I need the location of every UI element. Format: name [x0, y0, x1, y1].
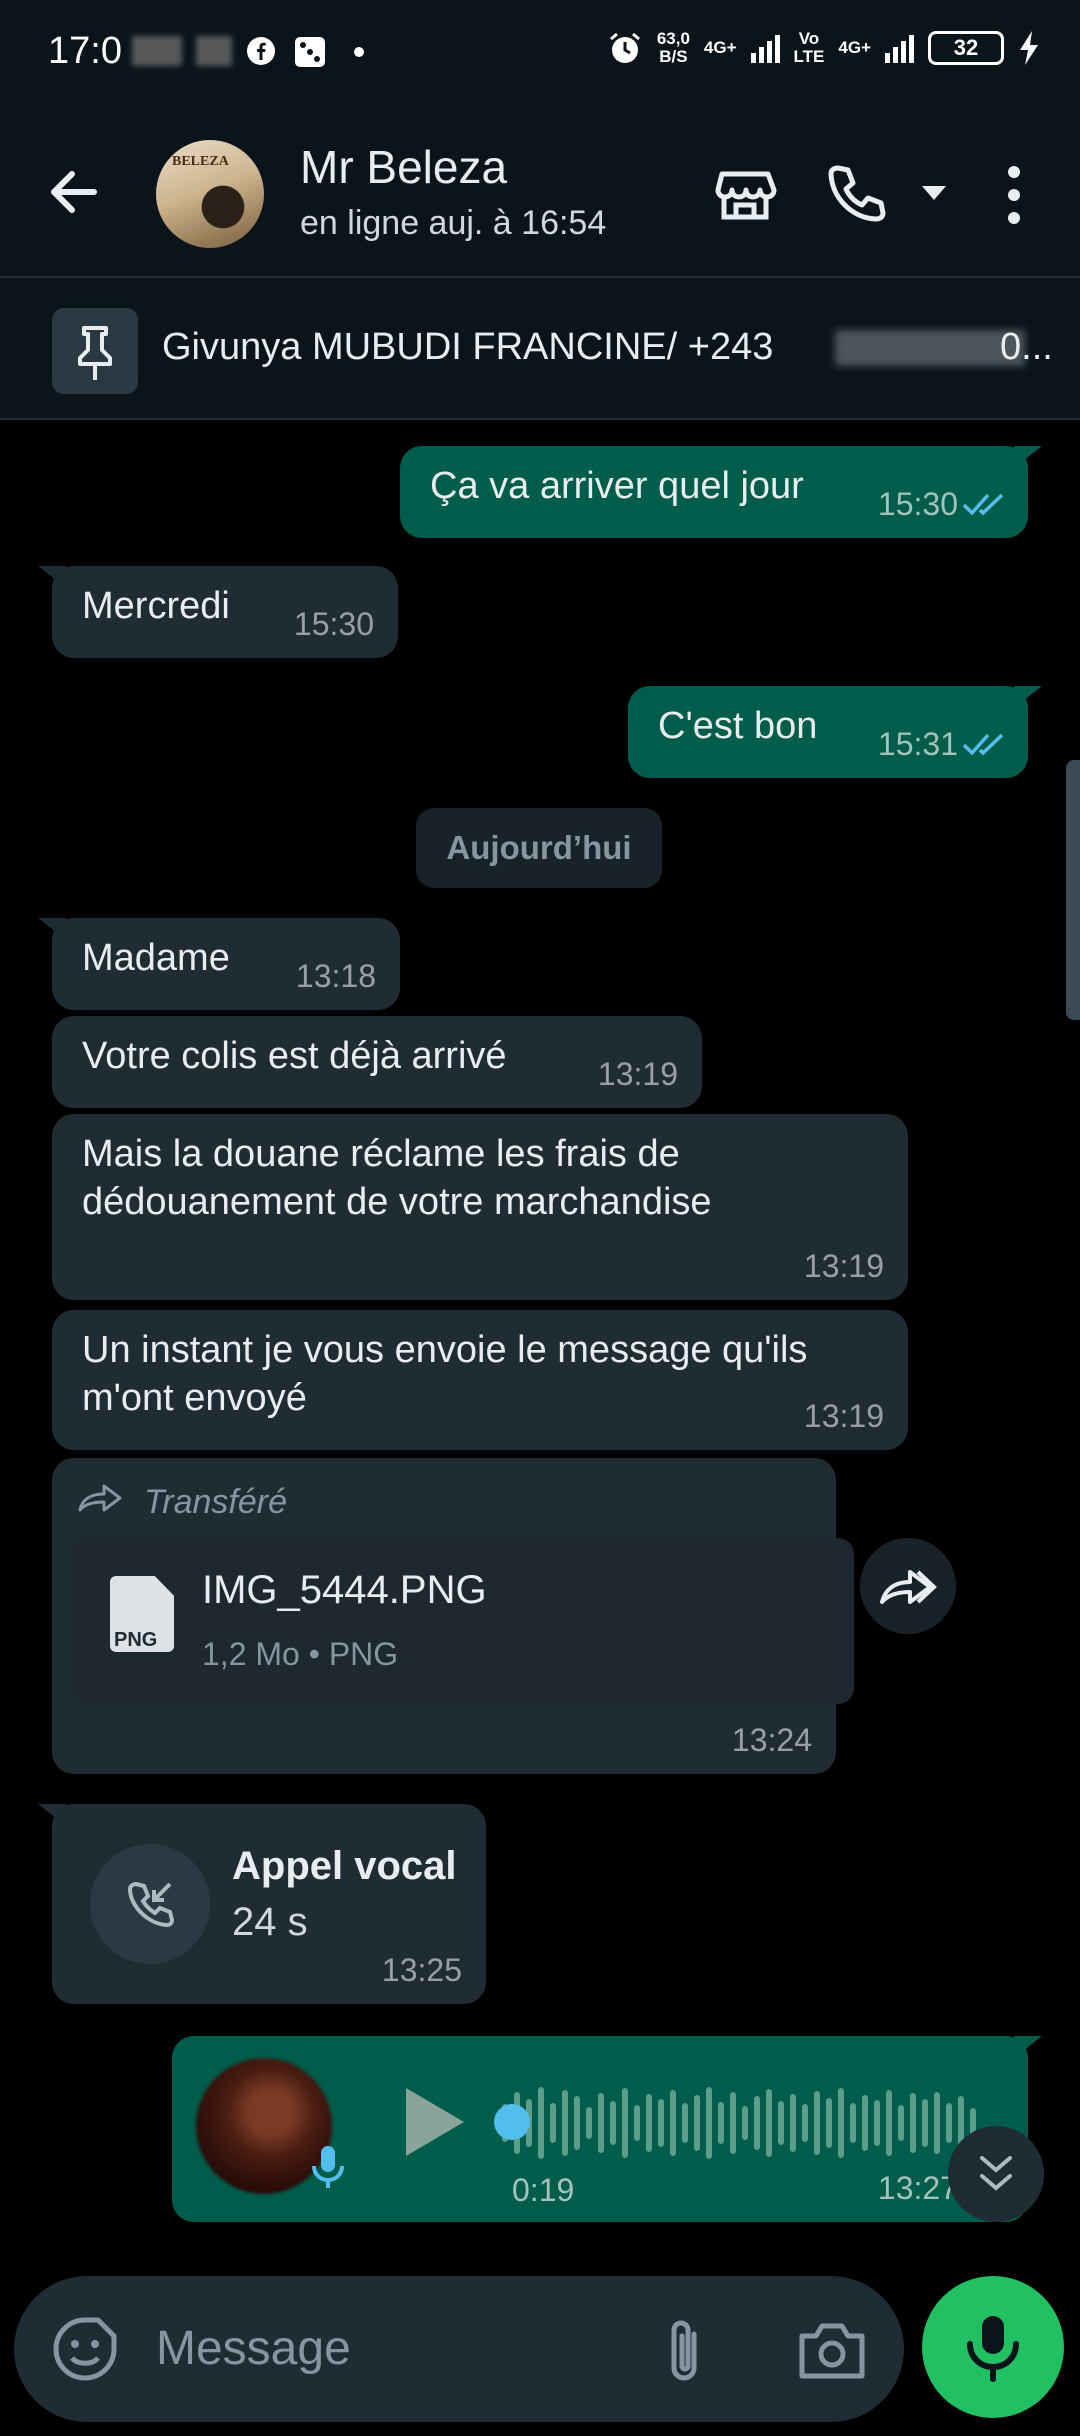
storefront-icon[interactable]: [710, 160, 780, 230]
pinned-text: Givunya MUBUDI FRANCINE/ +243: [162, 326, 774, 368]
forwarded-icon: [78, 1484, 122, 1512]
file-meta: 1,2 Mo • PNG: [202, 1636, 399, 1672]
file-name: IMG_5444.PNG: [202, 1568, 487, 1612]
pinned-text-tail: 0...: [1000, 326, 1053, 368]
message-text: Ça va arriver quel jour: [430, 465, 804, 507]
status-bar: 17:0 63,0 B/S 4G+ Vo LTE 4G+ 32: [0, 0, 1080, 110]
call-duration: 24 s: [232, 1900, 308, 1944]
status-notification-icon: [196, 36, 232, 66]
message-composer: [14, 2276, 904, 2422]
more-notifications-dot: [354, 47, 364, 57]
status-indicators: 63,0 B/S 4G+ Vo LTE 4G+ 32: [607, 30, 1040, 66]
battery-icon: 32: [928, 31, 1004, 65]
voice-duration: 0:19: [512, 2172, 575, 2208]
message-text: Madame: [82, 937, 230, 979]
attach-icon[interactable]: [654, 2316, 716, 2388]
forward-button[interactable]: [860, 1538, 956, 1634]
message-time: 15:30: [293, 606, 374, 642]
chat-header: BELEZA Mr Beleza en ligne auj. à 16:54: [0, 110, 1080, 276]
status-notification-icon: [132, 36, 182, 66]
call-log-message[interactable]: Appel vocal 24 s 13:25: [38, 1804, 486, 2004]
outgoing-message[interactable]: C'est bon 15:31: [628, 686, 1042, 778]
message-time: 13:19: [803, 1248, 884, 1284]
scrollbar-handle[interactable]: [1066, 760, 1080, 1020]
call-title: Appel vocal: [232, 1844, 457, 1888]
voice-message[interactable]: 0:19 13:27: [172, 2036, 1042, 2222]
status-time: 17:0: [48, 30, 122, 72]
message-text: Un instant je vous envoie le message qu'…: [82, 1329, 808, 1419]
charging-icon: [1020, 31, 1038, 65]
date-separator: Aujourd’hui: [416, 808, 662, 888]
contact-name[interactable]: Mr Beleza: [300, 140, 507, 194]
play-icon[interactable]: [406, 2088, 464, 2156]
chevron-down-icon[interactable]: [918, 182, 950, 206]
scroll-to-bottom-button[interactable]: [948, 2126, 1044, 2222]
voice-record-button[interactable]: [922, 2276, 1064, 2418]
playback-scrubber[interactable]: [494, 2104, 530, 2140]
forwarded-document-message[interactable]: Transféré PNG IMG_5444.PNG 1,2 Mo • PNG …: [52, 1458, 854, 1774]
camera-icon[interactable]: [796, 2318, 868, 2382]
message-time: 13:25: [381, 1952, 462, 1988]
message-time: 15:31: [877, 726, 958, 762]
network-type-a: 4G+: [703, 38, 737, 57]
waveform[interactable]: [502, 2076, 976, 2170]
message-time: 13:24: [731, 1722, 812, 1758]
forwarded-label: Transféré: [144, 1483, 287, 1521]
sticker-emoji-icon[interactable]: [50, 2314, 120, 2384]
message-text: C'est bon: [658, 705, 818, 747]
incoming-message[interactable]: Votre colis est déjà arrivé 13:19: [52, 1016, 702, 1108]
message-input[interactable]: [156, 2308, 636, 2388]
message-time: 15:30: [877, 486, 958, 522]
pin-icon: [52, 308, 138, 394]
more-options-icon[interactable]: [1000, 160, 1028, 230]
mic-icon: [312, 2146, 344, 2188]
message-list[interactable]: Ça va arriver quel jour 15:30 Mercredi 1…: [0, 420, 1080, 2260]
back-arrow-icon[interactable]: [42, 160, 106, 224]
network-type-b: 4G+: [838, 38, 871, 57]
signal-icon: [885, 33, 914, 63]
message-time: 13:27: [877, 2170, 958, 2206]
outgoing-message[interactable]: Ça va arriver quel jour 15:30: [400, 446, 1042, 538]
signal-icon: [750, 33, 780, 63]
phone-icon[interactable]: [820, 160, 890, 230]
net-speed: 63,0 B/S: [656, 29, 690, 66]
redacted-number: [835, 330, 1025, 366]
incoming-message[interactable]: Un instant je vous envoie le message qu'…: [52, 1310, 908, 1450]
message-text: Mais la douane réclame les frais de dédo…: [82, 1133, 712, 1223]
facebook-icon: [247, 37, 275, 65]
message-time: 13:19: [803, 1398, 884, 1434]
pinned-message-bar[interactable]: Givunya MUBUDI FRANCINE/ +243 0...: [0, 276, 1080, 420]
alarm-icon: [609, 32, 640, 63]
volte-indicator: Vo LTE: [793, 29, 825, 66]
contact-status[interactable]: en ligne auj. à 16:54: [300, 204, 606, 243]
read-receipt-icon: [962, 493, 1004, 516]
png-file-icon: PNG: [110, 1576, 174, 1652]
document-card[interactable]: PNG IMG_5444.PNG 1,2 Mo • PNG: [72, 1538, 854, 1704]
message-time: 13:18: [295, 958, 376, 994]
incoming-message[interactable]: Mais la douane réclame les frais de dédo…: [52, 1114, 908, 1300]
missed-call-icon: [90, 1844, 210, 1964]
dice-icon: [295, 37, 325, 67]
incoming-message[interactable]: Madame 13:18: [38, 918, 400, 1010]
microphone-icon: [967, 2316, 1019, 2382]
message-text: Votre colis est déjà arrivé: [82, 1035, 507, 1077]
message-text: Mercredi: [82, 585, 230, 627]
message-time: 13:19: [597, 1056, 678, 1092]
incoming-message[interactable]: Mercredi 15:30: [38, 566, 398, 658]
contact-avatar[interactable]: BELEZA: [156, 140, 264, 248]
read-receipt-icon: [962, 733, 1004, 756]
